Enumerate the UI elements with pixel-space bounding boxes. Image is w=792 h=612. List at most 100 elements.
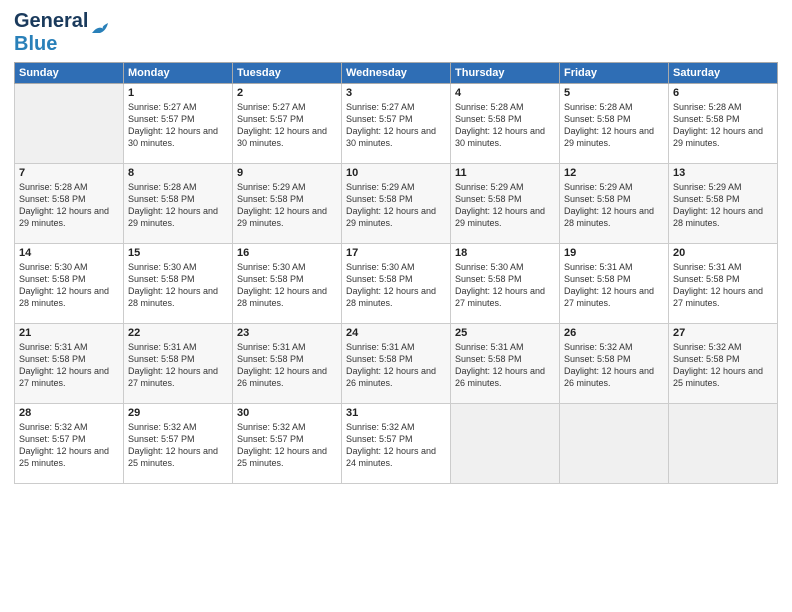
day-number: 18 [455, 247, 555, 259]
day-info: Sunrise: 5:27 AMSunset: 5:57 PMDaylight:… [346, 101, 446, 150]
page-container: GeneralBlue SundayMondayTuesdayWednesday… [0, 0, 792, 494]
header: GeneralBlue [14, 10, 778, 56]
calendar-cell: 19 Sunrise: 5:31 AMSunset: 5:58 PMDayligh… [560, 244, 669, 324]
day-info: Sunrise: 5:32 AMSunset: 5:58 PMDaylight:… [564, 341, 664, 390]
calendar-cell: 23 Sunrise: 5:31 AMSunset: 5:58 PMDayligh… [233, 324, 342, 404]
logo: GeneralBlue [14, 10, 114, 56]
calendar-cell: 14Sunrise: 5:30 AMSunset: 5:58 PMDayligh… [15, 244, 124, 324]
week-row-4: 21 Sunrise: 5:31 AMSunset: 5:58 PMDayligh… [15, 324, 778, 404]
calendar-cell: 1 Sunrise: 5:27 AMSunset: 5:57 PMDaylight… [124, 84, 233, 164]
bird-icon [90, 21, 114, 45]
day-number: 12 [564, 167, 664, 179]
weekday-header-wednesday: Wednesday [342, 63, 451, 84]
day-number: 21 [19, 327, 119, 339]
day-number: 17 [346, 247, 446, 259]
day-info: Sunrise: 5:31 AMSunset: 5:58 PMDaylight:… [237, 341, 337, 390]
day-number: 25 [455, 327, 555, 339]
calendar-cell: 9 Sunrise: 5:29 AMSunset: 5:58 PMDaylight… [233, 164, 342, 244]
calendar-cell: 8Sunrise: 5:28 AMSunset: 5:58 PMDaylight… [124, 164, 233, 244]
week-row-5: 28 Sunrise: 5:32 AMSunset: 5:57 PMDayligh… [15, 404, 778, 484]
day-number: 4 [455, 87, 555, 99]
day-number: 16 [237, 247, 337, 259]
calendar-cell: 22 Sunrise: 5:31 AMSunset: 5:58 PMDayligh… [124, 324, 233, 404]
weekday-header-sunday: Sunday [15, 63, 124, 84]
calendar-cell [15, 84, 124, 164]
calendar-cell: 6 Sunrise: 5:28 AMSunset: 5:58 PMDaylight… [669, 84, 778, 164]
calendar-cell: 5Sunrise: 5:28 AMSunset: 5:58 PMDaylight… [560, 84, 669, 164]
calendar-cell [560, 404, 669, 484]
calendar-cell: 4 Sunrise: 5:28 AMSunset: 5:58 PMDaylight… [451, 84, 560, 164]
calendar-cell [451, 404, 560, 484]
day-info: Sunrise: 5:30 AMSunset: 5:58 PMDaylight:… [128, 261, 228, 310]
day-number: 7 [19, 167, 119, 179]
day-number: 28 [19, 407, 119, 419]
weekday-header-row: SundayMondayTuesdayWednesdayThursdayFrid… [15, 63, 778, 84]
day-number: 15 [128, 247, 228, 259]
calendar-cell: 25 Sunrise: 5:31 AMSunset: 5:58 PMDayligh… [451, 324, 560, 404]
day-number: 2 [237, 87, 337, 99]
day-info: Sunrise: 5:29 AMSunset: 5:58 PMDaylight:… [564, 181, 664, 230]
calendar-table: SundayMondayTuesdayWednesdayThursdayFrid… [14, 62, 778, 484]
day-info: Sunrise: 5:27 AMSunset: 5:57 PMDaylight:… [128, 101, 228, 150]
logo-text: GeneralBlue [14, 10, 88, 56]
day-info: Sunrise: 5:28 AMSunset: 5:58 PMDaylight:… [564, 101, 664, 150]
day-info: Sunrise: 5:31 AMSunset: 5:58 PMDaylight:… [346, 341, 446, 390]
calendar-cell: 31 Sunrise: 5:32 AMSunset: 5:57 PMDayligh… [342, 404, 451, 484]
day-info: Sunrise: 5:31 AMSunset: 5:58 PMDaylight:… [455, 341, 555, 390]
day-number: 14 [19, 247, 119, 259]
day-number: 13 [673, 167, 773, 179]
weekday-header-saturday: Saturday [669, 63, 778, 84]
day-number: 6 [673, 87, 773, 99]
calendar-cell: 26Sunrise: 5:32 AMSunset: 5:58 PMDayligh… [560, 324, 669, 404]
day-info: Sunrise: 5:32 AMSunset: 5:58 PMDaylight:… [673, 341, 773, 390]
week-row-3: 14 Sunrise: 5:30 AMSunset: 5:58 PMDayligh… [15, 244, 778, 324]
day-info: Sunrise: 5:31 AMSunset: 5:58 PMDaylight:… [128, 341, 228, 390]
day-info: Sunrise: 5:30 AMSunset: 5:58 PMDaylight:… [455, 261, 555, 310]
week-row-2: 7 Sunrise: 5:28 AMSunset: 5:58 PMDaylight… [15, 164, 778, 244]
day-info: Sunrise: 5:31 AMSunset: 5:58 PMDaylight:… [564, 261, 664, 310]
day-info: Sunrise: 5:32 AMSunset: 5:57 PMDaylight:… [346, 421, 446, 470]
day-info: Sunrise: 5:28 AMSunset: 5:58 PMDaylight:… [455, 101, 555, 150]
calendar-cell: 20Sunrise: 5:31 AMSunset: 5:58 PMDayligh… [669, 244, 778, 324]
day-number: 22 [128, 327, 228, 339]
day-number: 9 [237, 167, 337, 179]
day-info: Sunrise: 5:29 AMSunset: 5:58 PMDaylight:… [346, 181, 446, 230]
logo-container: GeneralBlue [14, 10, 114, 56]
calendar-cell: 16Sunrise: 5:30 AMSunset: 5:58 PMDayligh… [233, 244, 342, 324]
day-number: 30 [237, 407, 337, 419]
day-info: Sunrise: 5:32 AMSunset: 5:57 PMDaylight:… [237, 421, 337, 470]
day-number: 31 [346, 407, 446, 419]
calendar-cell: 18 Sunrise: 5:30 AMSunset: 5:58 PMDayligh… [451, 244, 560, 324]
calendar-cell: 3Sunrise: 5:27 AMSunset: 5:57 PMDaylight… [342, 84, 451, 164]
week-row-1: 1 Sunrise: 5:27 AMSunset: 5:57 PMDaylight… [15, 84, 778, 164]
day-number: 20 [673, 247, 773, 259]
day-info: Sunrise: 5:31 AMSunset: 5:58 PMDaylight:… [19, 341, 119, 390]
calendar-cell: 7 Sunrise: 5:28 AMSunset: 5:58 PMDaylight… [15, 164, 124, 244]
day-number: 24 [346, 327, 446, 339]
weekday-header-friday: Friday [560, 63, 669, 84]
day-number: 10 [346, 167, 446, 179]
calendar-cell: 30 Sunrise: 5:32 AMSunset: 5:57 PMDayligh… [233, 404, 342, 484]
calendar-cell: 24 Sunrise: 5:31 AMSunset: 5:58 PMDayligh… [342, 324, 451, 404]
calendar-cell: 11 Sunrise: 5:29 AMSunset: 5:58 PMDayligh… [451, 164, 560, 244]
calendar-cell: 13Sunrise: 5:29 AMSunset: 5:58 PMDayligh… [669, 164, 778, 244]
day-info: Sunrise: 5:32 AMSunset: 5:57 PMDaylight:… [128, 421, 228, 470]
day-info: Sunrise: 5:27 AMSunset: 5:57 PMDaylight:… [237, 101, 337, 150]
day-number: 19 [564, 247, 664, 259]
day-info: Sunrise: 5:28 AMSunset: 5:58 PMDaylight:… [128, 181, 228, 230]
calendar-cell: 17Sunrise: 5:30 AMSunset: 5:58 PMDayligh… [342, 244, 451, 324]
day-info: Sunrise: 5:29 AMSunset: 5:58 PMDaylight:… [455, 181, 555, 230]
day-info: Sunrise: 5:28 AMSunset: 5:58 PMDaylight:… [19, 181, 119, 230]
day-info: Sunrise: 5:28 AMSunset: 5:58 PMDaylight:… [673, 101, 773, 150]
calendar-cell: 27 Sunrise: 5:32 AMSunset: 5:58 PMDayligh… [669, 324, 778, 404]
day-info: Sunrise: 5:29 AMSunset: 5:58 PMDaylight:… [237, 181, 337, 230]
calendar-cell: 21 Sunrise: 5:31 AMSunset: 5:58 PMDayligh… [15, 324, 124, 404]
day-number: 29 [128, 407, 228, 419]
weekday-header-thursday: Thursday [451, 63, 560, 84]
day-number: 23 [237, 327, 337, 339]
day-number: 27 [673, 327, 773, 339]
calendar-cell [669, 404, 778, 484]
weekday-header-tuesday: Tuesday [233, 63, 342, 84]
day-number: 1 [128, 87, 228, 99]
day-number: 11 [455, 167, 555, 179]
